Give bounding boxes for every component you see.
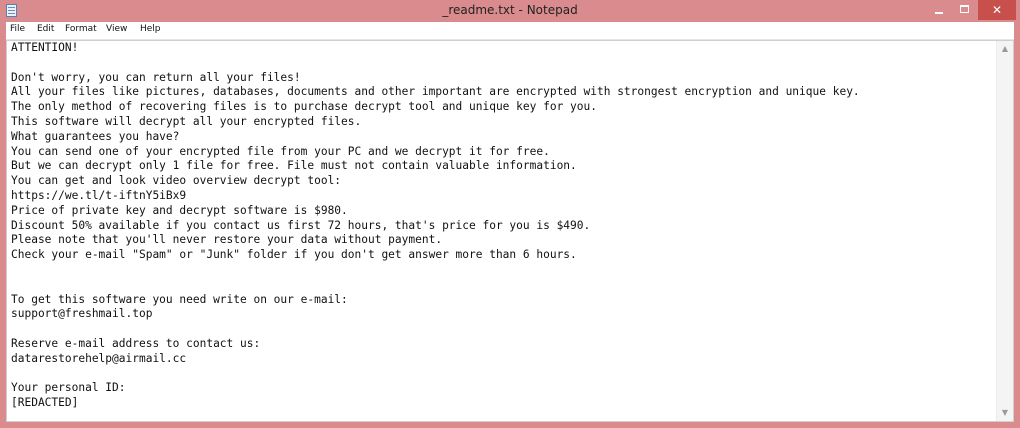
document-text[interactable]: ATTENTION! Don't worry, you can return al…	[11, 41, 991, 411]
text-line: https://we.tl/t-iftnY5iBx9	[11, 188, 187, 202]
menu-view[interactable]: View	[106, 24, 127, 34]
text-line	[11, 56, 991, 71]
text-editor-area[interactable]: ATTENTION! Don't worry, you can return al…	[6, 40, 1014, 422]
text-line	[11, 263, 991, 278]
menu-edit[interactable]: Edit	[37, 24, 54, 34]
menu-help[interactable]: Help	[140, 24, 161, 34]
close-icon: ✕	[991, 3, 1003, 17]
notepad-window: _readme.txt - Notepad ✕ File Edit Format…	[0, 0, 1020, 428]
text-line	[11, 278, 991, 293]
text-line: Please note that you'll never restore yo…	[11, 233, 443, 247]
window-title: _readme.txt - Notepad	[442, 3, 578, 17]
text-line: To get this software you need write on o…	[11, 292, 348, 306]
text-line: ATTENTION!	[11, 41, 79, 54]
close-button[interactable]: ✕	[978, 0, 1016, 20]
text-line	[11, 322, 991, 337]
minimize-icon	[935, 12, 943, 14]
text-line: You can get and look video overview decr…	[11, 174, 342, 188]
text-line: Price of private key and decrypt softwar…	[11, 203, 348, 217]
text-line	[11, 367, 991, 382]
text-line: You can send one of your encrypted file …	[11, 144, 550, 158]
text-line: This software will decrypt all your encr…	[11, 114, 362, 128]
text-line: What guarantees you have?	[11, 129, 180, 143]
text-line: Check your e-mail "Spam" or "Junk" folde…	[11, 248, 577, 262]
text-line: Reserve e-mail address to contact us:	[11, 336, 261, 350]
text-line: Discount 50% available if you contact us…	[11, 218, 591, 232]
text-line: All your files like pictures, databases,…	[11, 85, 860, 99]
text-line: The only method of recovering files is t…	[11, 100, 597, 114]
text-line: But we can decrypt only 1 file for free.…	[11, 159, 577, 173]
minimize-button[interactable]	[926, 0, 952, 20]
scroll-up-arrow-icon[interactable]: ▲	[997, 41, 1013, 57]
text-line: support@freshmail.top	[11, 307, 153, 321]
vertical-scrollbar[interactable]: ▲ ▼	[996, 41, 1013, 421]
title-bar[interactable]: _readme.txt - Notepad ✕	[0, 0, 1020, 22]
menu-format[interactable]: Format	[65, 24, 97, 34]
text-line: Don't worry, you can return all your fil…	[11, 70, 301, 84]
text-line: [REDACTED]	[11, 396, 79, 410]
text-line: Your personal ID:	[11, 381, 126, 395]
maximize-icon	[960, 5, 969, 13]
text-line: datarestorehelp@airmail.cc	[11, 351, 187, 365]
menu-bar: File Edit Format View Help	[6, 22, 1014, 40]
menu-file[interactable]: File	[10, 24, 25, 34]
maximize-button[interactable]	[952, 0, 978, 20]
scroll-down-arrow-icon[interactable]: ▼	[997, 405, 1013, 421]
